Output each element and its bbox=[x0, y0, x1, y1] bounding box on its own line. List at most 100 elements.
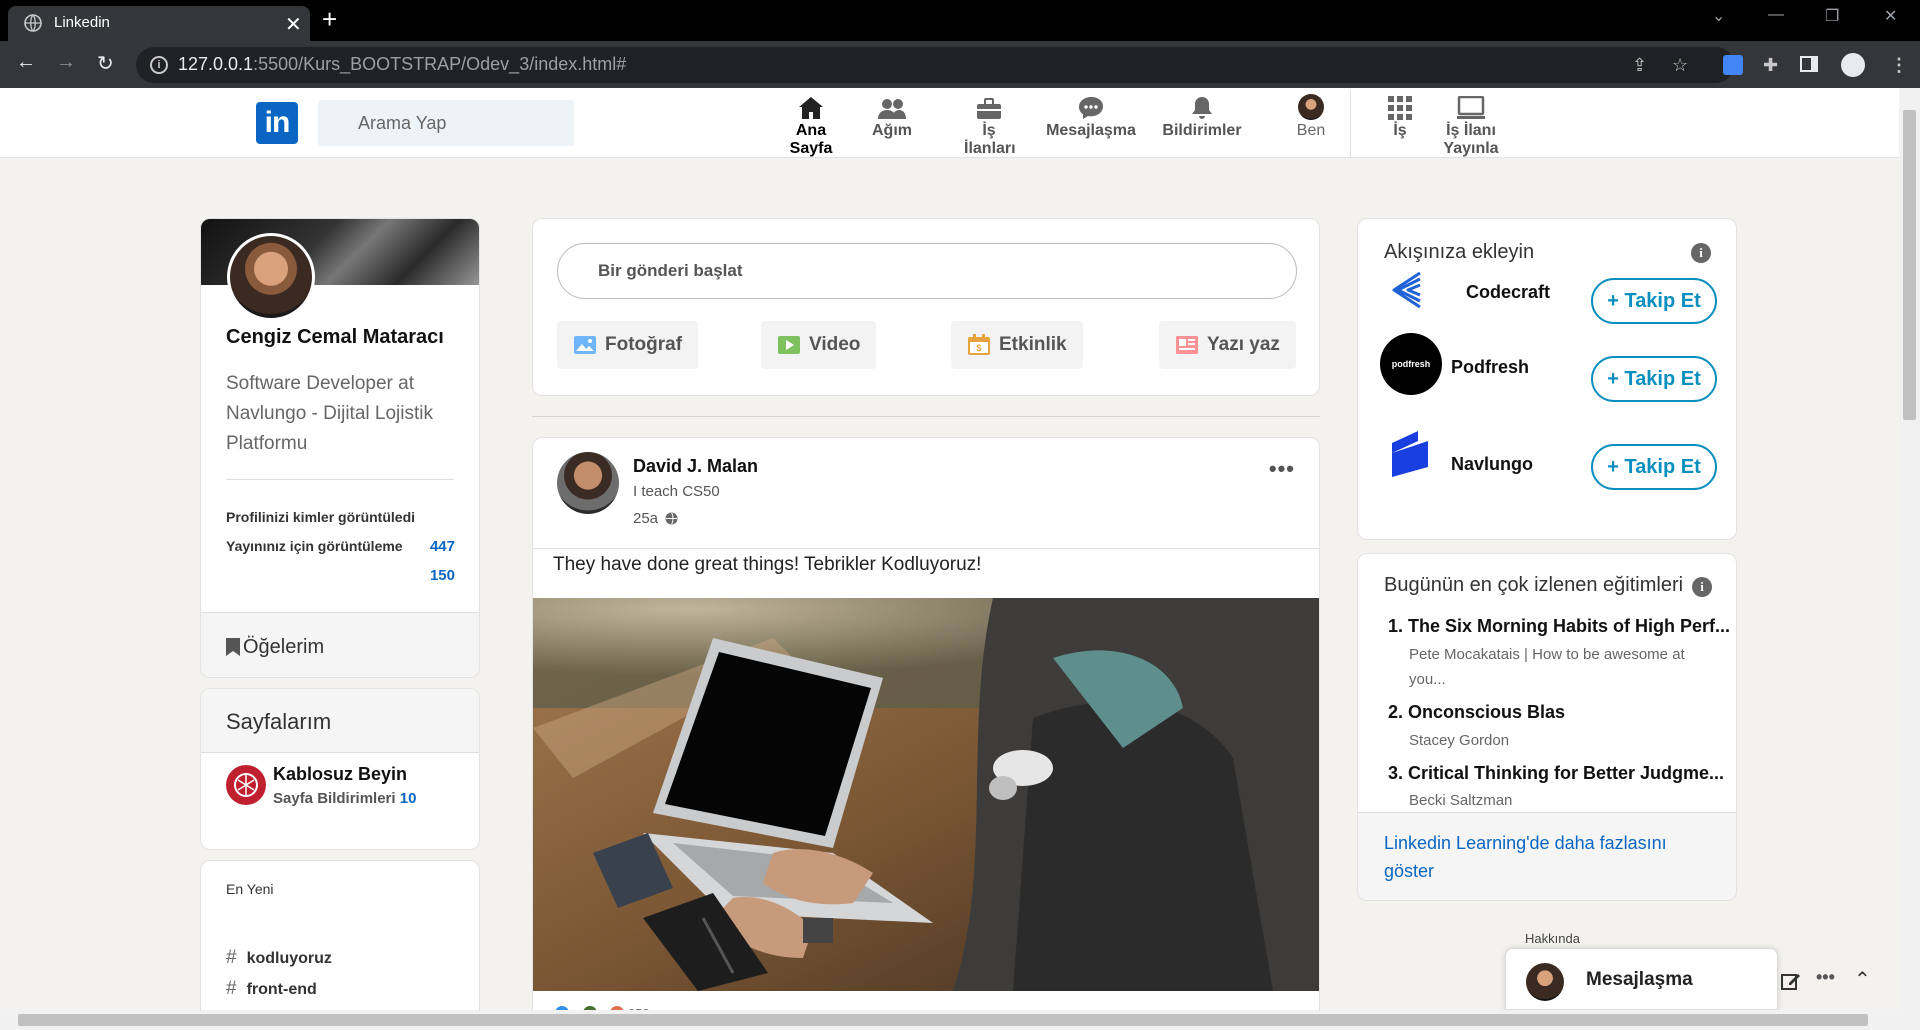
side-panel-icon[interactable] bbox=[1800, 56, 1818, 72]
navlungo-logo[interactable] bbox=[1388, 429, 1432, 479]
nav-jobs[interactable]: İş İlanları bbox=[950, 94, 1028, 158]
close-window-icon[interactable]: ✕ bbox=[1884, 6, 1897, 26]
bell-icon bbox=[1192, 97, 1212, 119]
post-time-label: 25a bbox=[633, 510, 659, 527]
info-icon[interactable]: i bbox=[1692, 577, 1712, 597]
messaging-bar[interactable]: Mesajlaşma ••• ⌃ bbox=[1505, 948, 1871, 1010]
hashtag-label: kodluyoruz bbox=[246, 950, 332, 967]
suggestion-name[interactable]: Codecraft bbox=[1466, 282, 1550, 303]
event-button-label: Etkinlik bbox=[999, 334, 1067, 355]
post-card: David J. Malan I teach CS50 25a ••• They… bbox=[532, 437, 1320, 1030]
post-impressions-label[interactable]: Yayınınız için görüntüleme bbox=[226, 538, 403, 554]
nav-post-job[interactable]: İş İlanı Yayınla bbox=[1436, 94, 1506, 158]
about-link[interactable]: Hakkında bbox=[1525, 931, 1580, 946]
chevron-up-icon[interactable]: ⌃ bbox=[1854, 967, 1871, 992]
follow-button[interactable]: + Takip Et bbox=[1591, 278, 1717, 324]
back-icon[interactable]: ← bbox=[16, 51, 36, 74]
page-notifications-label: Sayfa Bildirimleri bbox=[273, 790, 396, 807]
post-author-subtitle: I teach CS50 bbox=[633, 483, 720, 500]
messaging-avatar bbox=[1526, 963, 1564, 1001]
restore-icon[interactable]: ❐ bbox=[1825, 6, 1839, 26]
hashtag-item[interactable]: # front-end bbox=[226, 978, 317, 1000]
vertical-scroll-thumb[interactable] bbox=[1903, 110, 1916, 420]
post-impressions-count[interactable]: 150 bbox=[430, 567, 455, 584]
info-icon[interactable]: i bbox=[1691, 243, 1711, 263]
article-icon bbox=[1176, 336, 1198, 354]
tab-title: Linkedin bbox=[54, 14, 110, 31]
hashtag-item[interactable]: # kodluyoruz bbox=[226, 947, 332, 969]
profile-views-label[interactable]: Profilinizi kimler görüntüledi bbox=[226, 509, 415, 525]
course-title[interactable]: 1. The Six Morning Habits of High Perf..… bbox=[1388, 616, 1730, 637]
me-avatar bbox=[1298, 94, 1324, 120]
my-pages-card: Sayfalarım Kablosuz Beyin Sayfa Bildirim… bbox=[200, 688, 480, 850]
profile-name[interactable]: Cengiz Cemal Mataracı bbox=[226, 326, 444, 349]
my-pages-title: Sayfalarım bbox=[226, 709, 332, 734]
page-notifications-count: 10 bbox=[399, 790, 417, 807]
reload-icon[interactable]: ↻ bbox=[97, 51, 114, 76]
share-icon[interactable]: ⇪ bbox=[1632, 55, 1647, 76]
my-items-link[interactable]: Öğelerim bbox=[201, 612, 479, 677]
browser-tab[interactable]: Linkedin ✕ bbox=[8, 6, 310, 41]
top-courses-card: Bugünün en çok izlenen eğitimleri i 1. T… bbox=[1357, 553, 1737, 901]
nav-messaging[interactable]: Mesajlaşma bbox=[1044, 94, 1138, 140]
event-button[interactable]: $ Etkinlik bbox=[951, 321, 1083, 369]
nav-home[interactable]: Ana Sayfa bbox=[786, 94, 836, 158]
messaging-more-icon[interactable]: ••• bbox=[1816, 967, 1835, 988]
browser-menu-icon[interactable]: ⋮ bbox=[1890, 55, 1908, 76]
suggestion-name[interactable]: Podfresh bbox=[1451, 357, 1529, 378]
suggestion-name[interactable]: Navlungo bbox=[1451, 454, 1533, 475]
bookmark-icon bbox=[226, 638, 240, 656]
learning-more-link[interactable]: Linkedin Learning'de daha fazlasını göst… bbox=[1384, 829, 1684, 885]
new-tab-button[interactable]: + bbox=[322, 4, 337, 34]
post-image[interactable] bbox=[533, 598, 1319, 991]
home-icon bbox=[799, 97, 823, 119]
post-timestamp: 25a bbox=[633, 510, 678, 527]
url-path: :5500/Kurs_BOOTSTRAP/Odev_3/index.html# bbox=[253, 54, 627, 74]
horizontal-scroll-thumb[interactable] bbox=[18, 1014, 1868, 1026]
post-divider bbox=[533, 548, 1319, 549]
follow-button[interactable]: + Takip Et bbox=[1591, 356, 1717, 402]
course-title[interactable]: 2. Onconscious Blas bbox=[1388, 702, 1565, 723]
post-author-avatar[interactable] bbox=[557, 452, 619, 514]
nav-post-job-label: İş İlanı Yayınla bbox=[1443, 122, 1499, 157]
course-title[interactable]: 3. Critical Thinking for Better Judgme..… bbox=[1388, 763, 1724, 784]
write-article-button[interactable]: Yazı yaz bbox=[1159, 321, 1296, 369]
url-field[interactable]: i 127.0.0.1:5500/Kurs_BOOTSTRAP/Odev_3/i… bbox=[136, 47, 1734, 83]
extensions-icon[interactable]: ✚ bbox=[1763, 55, 1778, 76]
codecraft-logo[interactable] bbox=[1380, 259, 1442, 321]
search-input[interactable] bbox=[318, 100, 574, 146]
my-pages-header: Sayfalarım bbox=[201, 689, 479, 753]
minimize-icon[interactable]: — bbox=[1768, 6, 1784, 24]
briefcase-icon bbox=[977, 98, 1001, 119]
bookmark-star-icon[interactable]: ☆ bbox=[1672, 55, 1688, 76]
nav-network-label: Ağım bbox=[872, 122, 912, 139]
tab-search-icon[interactable]: ⌄ bbox=[1712, 6, 1725, 26]
site-info-icon[interactable]: i bbox=[150, 56, 168, 74]
profile-views-count[interactable]: 447 bbox=[430, 538, 455, 555]
page-notifications[interactable]: Sayfa Bildirimleri 10 bbox=[273, 790, 416, 807]
course-meta: Pete Mocakatais | How to be awesome at y… bbox=[1409, 646, 1685, 688]
linkedin-logo[interactable]: in bbox=[256, 102, 298, 144]
grid-icon bbox=[1388, 96, 1412, 120]
video-button[interactable]: Video bbox=[761, 321, 877, 369]
close-tab-icon[interactable]: ✕ bbox=[285, 12, 302, 37]
chat-icon bbox=[1079, 97, 1103, 119]
nav-me[interactable]: Ben bbox=[1286, 94, 1336, 140]
podfresh-logo[interactable]: podfresh bbox=[1380, 333, 1442, 395]
forward-icon[interactable]: → bbox=[56, 51, 76, 74]
feed-divider bbox=[532, 416, 1320, 417]
more-options-icon[interactable]: ••• bbox=[1269, 456, 1295, 482]
post-author-name[interactable]: David J. Malan bbox=[633, 456, 758, 477]
profile-avatar[interactable] bbox=[227, 233, 315, 321]
page-logo[interactable] bbox=[226, 765, 266, 805]
start-post-input[interactable]: Bir gönderi başlat bbox=[557, 243, 1297, 299]
nav-notifications[interactable]: Bildirimler bbox=[1160, 94, 1244, 140]
profile-avatar-icon[interactable] bbox=[1841, 53, 1865, 77]
photo-button[interactable]: Fotoğraf bbox=[557, 321, 699, 369]
follow-button[interactable]: + Takip Et bbox=[1591, 444, 1717, 490]
translate-icon[interactable] bbox=[1723, 55, 1743, 75]
page-name[interactable]: Kablosuz Beyin bbox=[273, 764, 407, 785]
nav-network[interactable]: Ağım bbox=[866, 94, 918, 140]
nav-work[interactable]: İş bbox=[1385, 94, 1415, 140]
compose-icon[interactable] bbox=[1781, 971, 1801, 991]
